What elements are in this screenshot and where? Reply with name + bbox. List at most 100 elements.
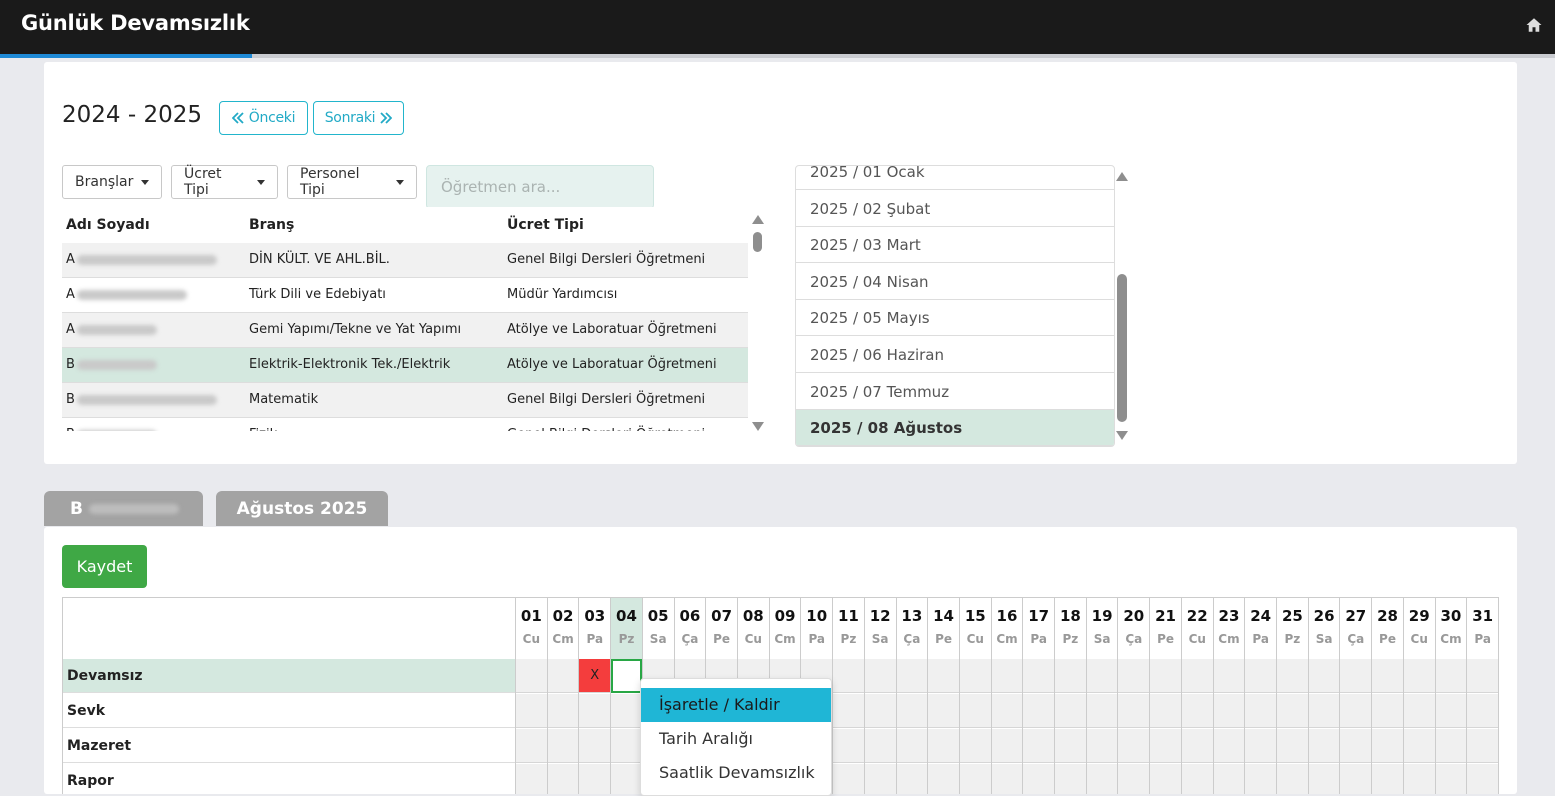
- attendance-cell[interactable]: [516, 659, 547, 693]
- attendance-cell[interactable]: [611, 659, 642, 693]
- attendance-cell[interactable]: [1467, 659, 1498, 693]
- next-button[interactable]: Sonraki: [313, 101, 404, 135]
- attendance-cell[interactable]: [991, 659, 1023, 693]
- attendance-cell[interactable]: [516, 764, 547, 794]
- attendance-cell[interactable]: [1340, 729, 1372, 763]
- scrollbar-thumb[interactable]: [1117, 274, 1127, 422]
- attendance-cell[interactable]: [864, 659, 896, 693]
- attendance-cell[interactable]: [1055, 729, 1086, 763]
- month-item[interactable]: 2025 / 06 Haziran: [796, 337, 1114, 373]
- attendance-cell[interactable]: [1213, 729, 1245, 763]
- tab-selected-teacher[interactable]: B: [44, 491, 203, 526]
- attendance-cell[interactable]: [1023, 659, 1055, 693]
- attendance-cell[interactable]: [516, 694, 547, 728]
- previous-button[interactable]: Önceki: [219, 101, 308, 135]
- attendance-cell[interactable]: [1435, 659, 1467, 693]
- month-item[interactable]: 2025 / 03 Mart: [796, 227, 1114, 264]
- attendance-cell[interactable]: [547, 729, 579, 763]
- attendance-cell[interactable]: [1118, 729, 1150, 763]
- attendance-cell[interactable]: [1055, 694, 1086, 728]
- attendance-cell[interactable]: [928, 694, 959, 728]
- attendance-cell[interactable]: [928, 729, 959, 763]
- attendance-cell[interactable]: [1277, 659, 1308, 693]
- teacher-table-scrollbar[interactable]: [752, 215, 764, 431]
- tab-selected-month[interactable]: Ağustos 2025: [216, 491, 388, 526]
- staff-type-dropdown[interactable]: Personel Tipi: [287, 165, 417, 199]
- attendance-cell[interactable]: [1340, 659, 1372, 693]
- attendance-cell[interactable]: [959, 729, 991, 763]
- attendance-cell[interactable]: [1118, 659, 1150, 693]
- attendance-cell[interactable]: [1118, 764, 1150, 794]
- attendance-cell[interactable]: [611, 729, 642, 763]
- attendance-cell[interactable]: [1245, 729, 1277, 763]
- attendance-cell[interactable]: [1308, 659, 1340, 693]
- attendance-cell[interactable]: [1181, 729, 1213, 763]
- attendance-cell[interactable]: [1245, 764, 1277, 794]
- attendance-cell[interactable]: [547, 764, 579, 794]
- attendance-cell[interactable]: [833, 764, 864, 794]
- attendance-cell[interactable]: [833, 659, 864, 693]
- attendance-cell[interactable]: [516, 729, 547, 763]
- attendance-cell[interactable]: [1118, 694, 1150, 728]
- attendance-cell[interactable]: [1181, 659, 1213, 693]
- attendance-cell[interactable]: [1023, 729, 1055, 763]
- teacher-row[interactable]: B Elektrik-Elektronik Tek./Elektrik Atölye…: [62, 348, 748, 383]
- months-list-scrollbar[interactable]: [1116, 172, 1129, 440]
- attendance-cell[interactable]: [991, 764, 1023, 794]
- attendance-cell[interactable]: [959, 694, 991, 728]
- scroll-up-arrow-icon[interactable]: [1116, 172, 1128, 181]
- attendance-cell[interactable]: [864, 764, 896, 794]
- attendance-cell[interactable]: [1372, 659, 1403, 693]
- attendance-cell[interactable]: [1150, 659, 1181, 693]
- month-item[interactable]: 2025 / 07 Temmuz: [796, 374, 1114, 410]
- attendance-cell[interactable]: [1181, 694, 1213, 728]
- attendance-cell[interactable]: [1245, 659, 1277, 693]
- attendance-cell[interactable]: [864, 694, 896, 728]
- attendance-cell[interactable]: [1435, 694, 1467, 728]
- attendance-cell[interactable]: X: [579, 659, 611, 693]
- attendance-cell[interactable]: [547, 694, 579, 728]
- fee-type-dropdown[interactable]: Ücret Tipi: [171, 165, 278, 199]
- attendance-cell[interactable]: [1372, 764, 1403, 794]
- attendance-cell[interactable]: [1403, 729, 1435, 763]
- attendance-cell[interactable]: [579, 729, 611, 763]
- attendance-cell[interactable]: [1150, 764, 1181, 794]
- attendance-cell[interactable]: [1340, 694, 1372, 728]
- attendance-cell[interactable]: [896, 659, 928, 693]
- attendance-cell[interactable]: [1055, 764, 1086, 794]
- month-item[interactable]: 2025 / 02 Şubat: [796, 191, 1114, 227]
- teacher-row[interactable]: A Türk Dili ve Edebiyatı Müdür Yardımcısı: [62, 278, 748, 313]
- attendance-cell[interactable]: [1340, 764, 1372, 794]
- attendance-cell[interactable]: [1308, 764, 1340, 794]
- attendance-cell[interactable]: [1213, 659, 1245, 693]
- attendance-cell[interactable]: [1023, 694, 1055, 728]
- teacher-row[interactable]: A DİN KÜLT. VE AHL.BİL. Genel Bilgi Dersle…: [62, 243, 748, 278]
- attendance-cell[interactable]: [1308, 729, 1340, 763]
- attendance-cell[interactable]: [1086, 659, 1118, 693]
- attendance-cell[interactable]: [1403, 659, 1435, 693]
- scroll-down-arrow-icon[interactable]: [752, 422, 764, 431]
- context-menu-item-toggle-mark[interactable]: İşaretle / Kaldir: [641, 688, 831, 722]
- month-item[interactable]: 2025 / 01 Ocak: [796, 166, 1114, 190]
- attendance-cell[interactable]: [1213, 694, 1245, 728]
- attendance-cell[interactable]: [1150, 694, 1181, 728]
- attendance-cell[interactable]: [1435, 729, 1467, 763]
- context-menu-item-date-range[interactable]: Tarih Aralığı: [641, 722, 831, 756]
- attendance-cell[interactable]: [1086, 764, 1118, 794]
- attendance-cell[interactable]: [579, 694, 611, 728]
- attendance-cell[interactable]: [833, 694, 864, 728]
- attendance-cell[interactable]: [1308, 694, 1340, 728]
- attendance-cell[interactable]: [1213, 764, 1245, 794]
- teacher-row[interactable]: B Fizik Genel Bilgi Dersleri Öğretmeni: [62, 418, 748, 431]
- attendance-cell[interactable]: [1403, 694, 1435, 728]
- attendance-cell[interactable]: [611, 694, 642, 728]
- attendance-cell[interactable]: [1245, 694, 1277, 728]
- attendance-cell[interactable]: [1467, 694, 1498, 728]
- attendance-cell[interactable]: [611, 764, 642, 794]
- attendance-cell[interactable]: [1277, 694, 1308, 728]
- teacher-row[interactable]: B Matematik Genel Bilgi Dersleri Öğretmeni: [62, 383, 748, 418]
- home-icon[interactable]: [1525, 16, 1543, 34]
- attendance-cell[interactable]: [896, 694, 928, 728]
- attendance-cell[interactable]: [991, 694, 1023, 728]
- attendance-cell[interactable]: [896, 729, 928, 763]
